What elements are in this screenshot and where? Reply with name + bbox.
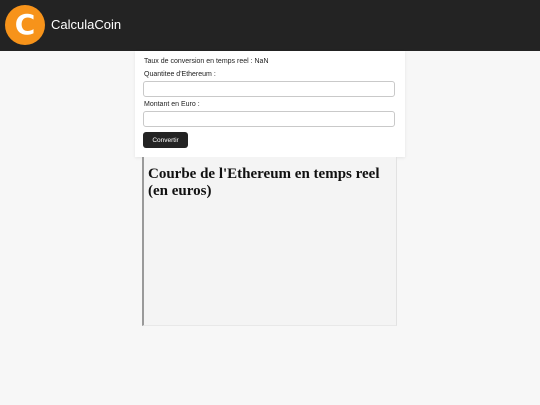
convert-button[interactable]: Convertir xyxy=(143,132,188,148)
top-bar: C CalculaCoin xyxy=(0,0,540,51)
ethereum-chart-panel: Courbe de l'Ethereum en temps reel (en e… xyxy=(142,157,397,326)
chart-title: Courbe de l'Ethereum en temps reel (en e… xyxy=(148,166,380,199)
ethereum-quantity-label: Quantitee d'Ethereum : xyxy=(144,71,216,78)
app-title: CalculaCoin xyxy=(51,17,122,32)
euro-amount-input[interactable] xyxy=(143,111,395,127)
ethereum-quantity-input[interactable] xyxy=(143,81,395,97)
conversion-rate-text: Taux de conversion en temps reel : NaN xyxy=(144,58,269,65)
calculacoin-logo-icon[interactable]: C xyxy=(5,5,45,45)
converter-card: Taux de conversion en temps reel : NaN Q… xyxy=(135,51,405,157)
euro-amount-label: Montant en Euro : xyxy=(144,101,200,108)
